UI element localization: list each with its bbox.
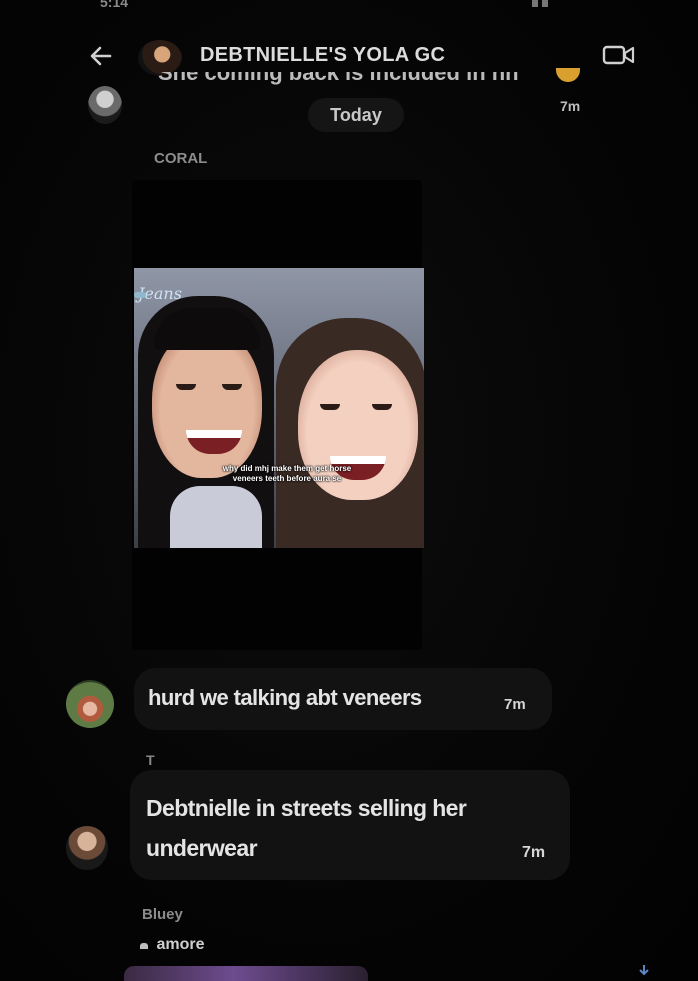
date-separator: Today — [308, 98, 404, 132]
sender-name-t: T — [146, 752, 155, 768]
group-avatar[interactable] — [138, 40, 182, 76]
status-bar: 5:14 — [100, 0, 129, 10]
video-overlay-label: Jeans — [134, 284, 182, 303]
status-time: 5:14 — [100, 0, 129, 10]
person-left-face — [152, 328, 262, 478]
reply-preview-text: amore — [156, 936, 205, 953]
person-left-bangs — [154, 308, 260, 350]
avatar[interactable] — [66, 680, 114, 728]
message-time: 7m — [504, 696, 526, 713]
status-icons — [528, 0, 588, 7]
message-text: hurd we talking abt veneers — [148, 685, 422, 710]
arrow-left-icon[interactable] — [88, 44, 114, 68]
eye — [222, 384, 242, 390]
battery-icon — [542, 0, 548, 7]
previous-message-text: She coming back is included in hh — [158, 72, 519, 85]
video-thumbnail[interactable]: Jeans why did mhj make them get horse ve… — [134, 268, 424, 548]
image-message-preview[interactable] — [124, 966, 368, 981]
sender-name-bluey: Bluey — [142, 906, 183, 923]
reply-preview[interactable]: amore — [140, 936, 204, 954]
previous-message[interactable]: She coming back is included in hh — [158, 72, 578, 92]
video-camera-icon[interactable] — [602, 44, 636, 66]
eye — [372, 404, 392, 410]
message-time: 7m — [522, 844, 546, 861]
signal-icon — [532, 0, 538, 7]
group-title[interactable]: DEBTNIELLE'S YOLA GC — [200, 44, 445, 67]
message-bubble[interactable]: hurd we talking abt veneers 7m — [134, 668, 552, 730]
message-bubble[interactable]: Debtnielle in streets selling her underw… — [130, 770, 570, 880]
video-caption: why did mhj make them get horse veneers … — [222, 464, 352, 483]
chat-screen: 5:14 DEBTNIELLE'S YOLA GC She coming bac… — [0, 0, 698, 981]
scroll-down-icon[interactable] — [638, 964, 650, 976]
eye — [320, 404, 340, 410]
avatar[interactable] — [88, 86, 122, 124]
message-text: Debtnielle in streets selling her underw… — [146, 795, 467, 861]
previous-message-time: 7m — [560, 98, 581, 114]
person-left-shirt — [170, 486, 262, 548]
avatar[interactable] — [66, 826, 108, 870]
sender-name-coral: CORAL — [154, 150, 208, 167]
eye — [176, 384, 196, 390]
